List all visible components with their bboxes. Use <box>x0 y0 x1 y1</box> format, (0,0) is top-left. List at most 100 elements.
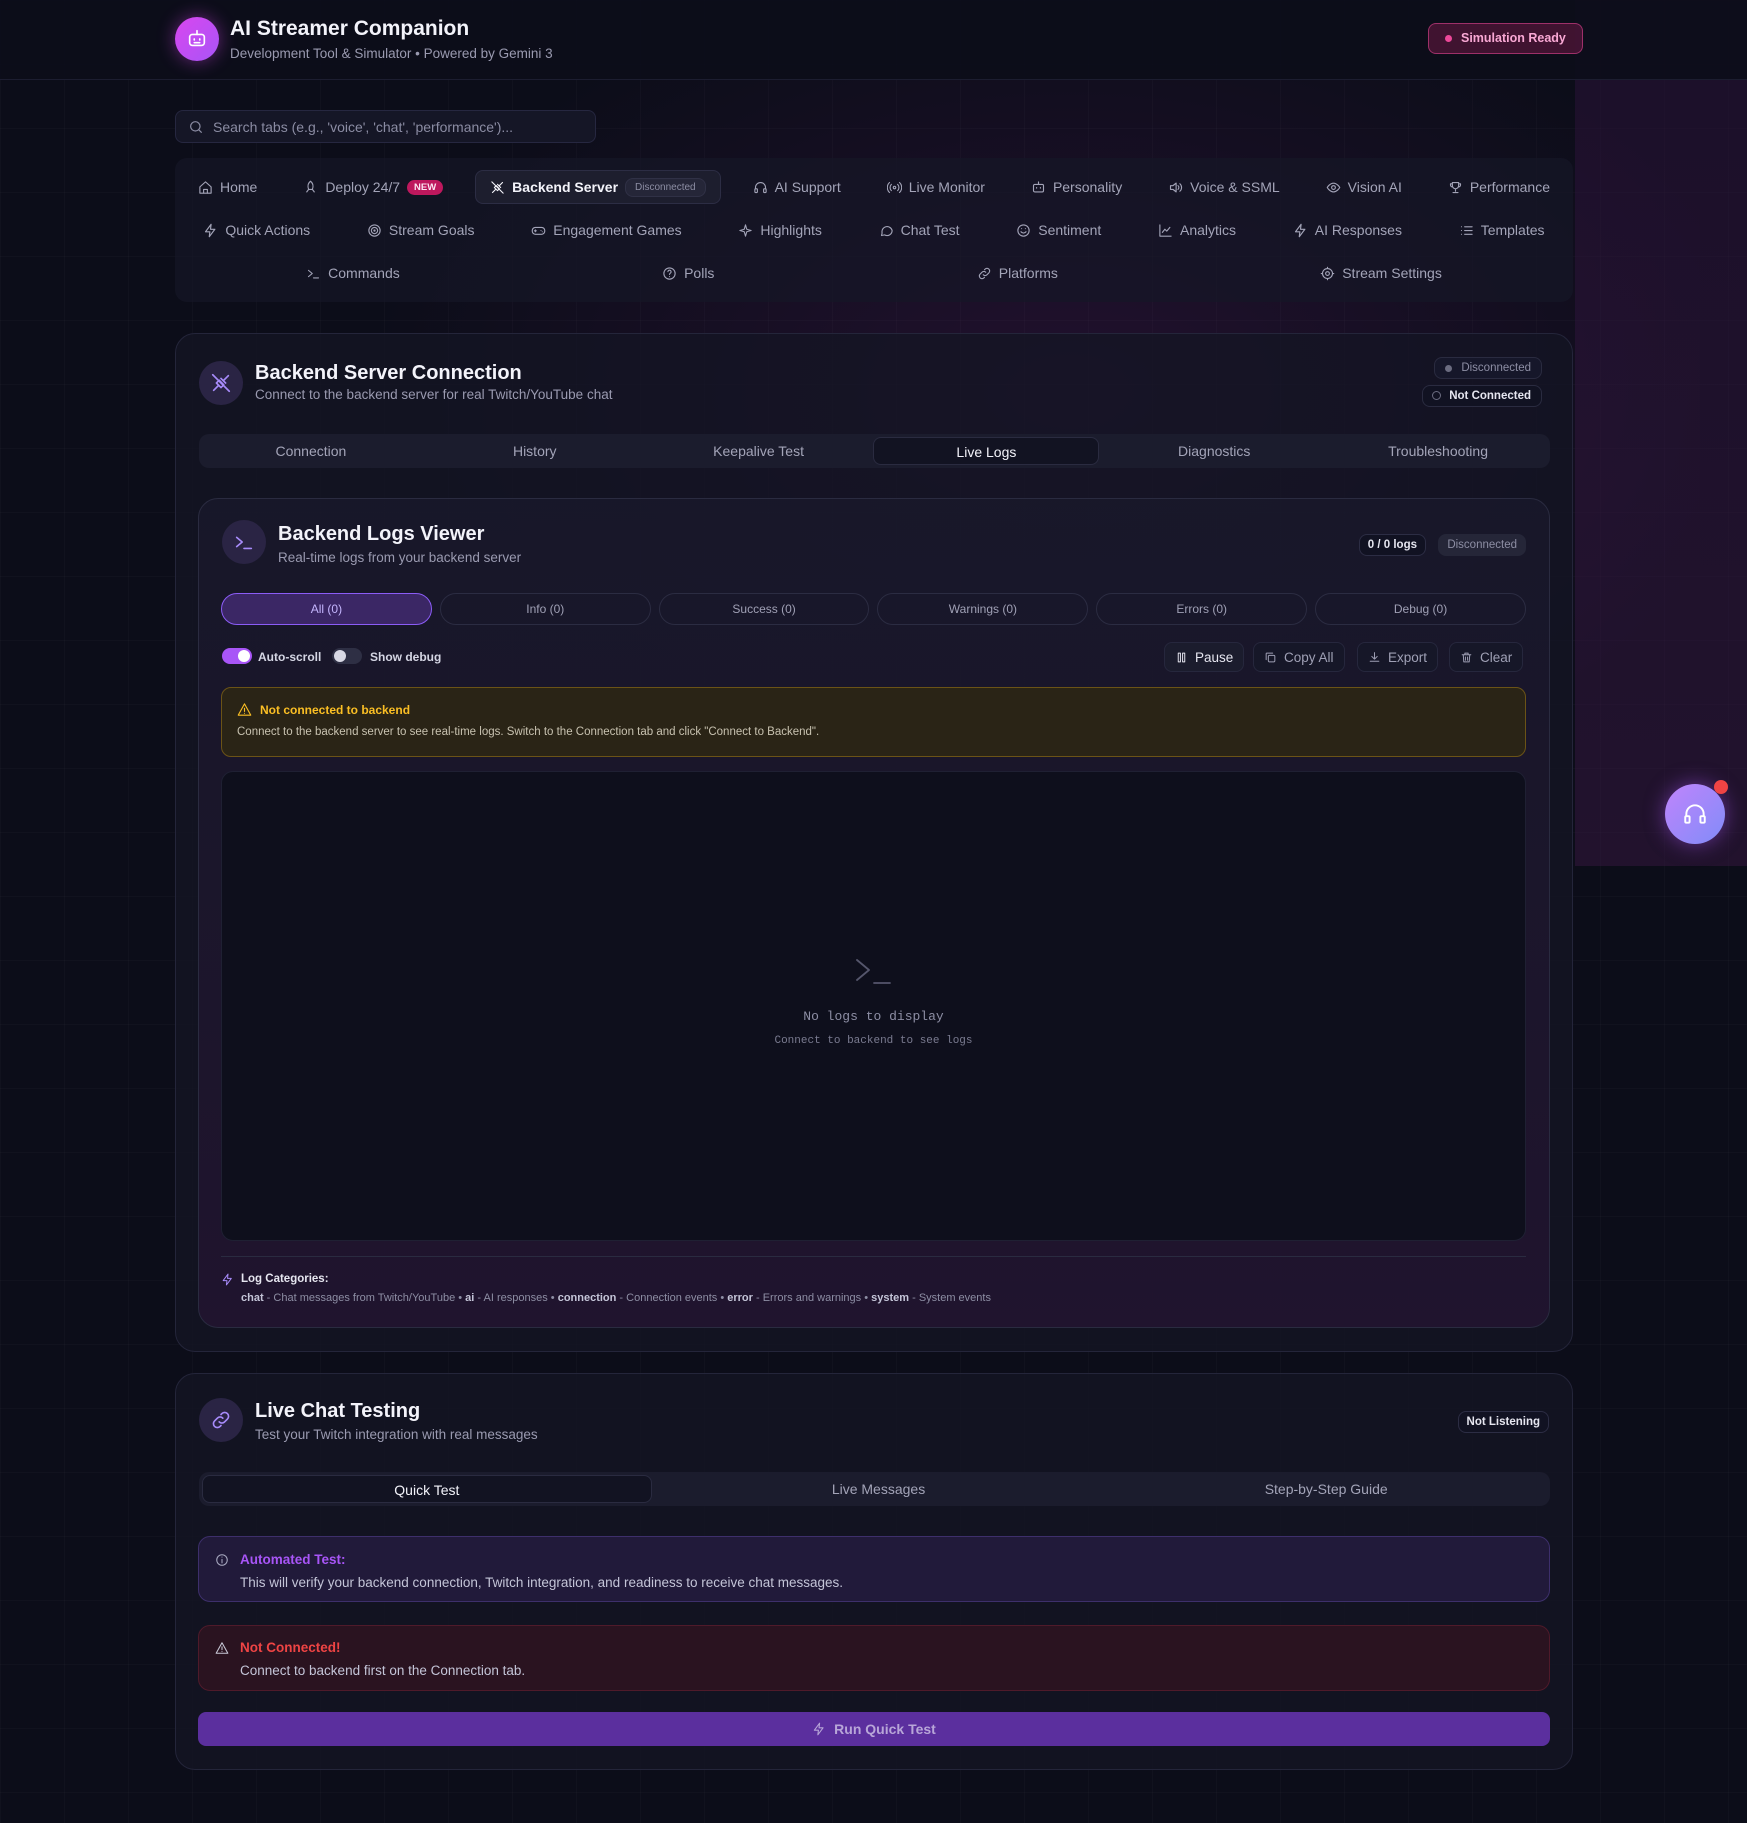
pause-button[interactable]: Pause <box>1164 642 1245 672</box>
info-title: Automated Test: <box>240 1552 346 1567</box>
filter-debug[interactable]: Debug (0) <box>1315 593 1526 625</box>
right-side-panel-shade <box>1575 0 1747 866</box>
filter-success[interactable]: Success (0) <box>658 593 870 625</box>
top-bar: AI Streamer Companion Development Tool &… <box>0 0 1747 80</box>
subtab-diagnostics[interactable]: Diagnostics <box>1102 434 1326 468</box>
subtab-step-by-step-guide[interactable]: Step-by-Step Guide <box>1102 1472 1550 1506</box>
ai-support-floating-button[interactable] <box>1665 784 1725 844</box>
tab-label: AI Responses <box>1314 222 1402 238</box>
home-icon <box>199 180 212 194</box>
terminal-icon <box>856 959 891 984</box>
logs-title: Backend Logs Viewer <box>278 523 485 545</box>
filter-errors[interactable]: Errors (0) <box>1096 593 1308 625</box>
bolt-icon <box>813 1722 824 1736</box>
sparkle-icon <box>739 223 753 237</box>
search-input[interactable] <box>213 118 583 135</box>
tab-label: Deploy 24/7 <box>325 179 401 195</box>
subtab-live-messages[interactable]: Live Messages <box>655 1472 1103 1506</box>
smile-icon <box>1017 223 1030 237</box>
tab-commands[interactable]: Commands <box>292 256 414 290</box>
eye-icon <box>1326 182 1340 192</box>
tab-label: Polls <box>684 265 715 281</box>
tab-stream-settings[interactable]: Stream Settings <box>1306 256 1456 290</box>
error-text: Connect to backend first on the Connecti… <box>240 1663 526 1678</box>
tab-backend-server[interactable]: Backend Server Disconnected <box>475 170 721 204</box>
tab-label: Live Monitor <box>908 179 985 195</box>
tab-engagement-games[interactable]: Engagement Games <box>517 213 695 247</box>
bot-icon <box>1032 180 1044 192</box>
subtab-keepalive-test[interactable]: Keepalive Test <box>647 434 871 468</box>
not-connected-error: Not Connected! Connect to backend first … <box>198 1625 1550 1691</box>
rocket-icon <box>306 180 316 192</box>
run-quick-test-button[interactable]: Run Quick Test <box>198 1712 1550 1746</box>
copy-all-button[interactable]: Copy All <box>1253 642 1345 672</box>
tab-quick-actions[interactable]: Quick Actions <box>189 213 324 247</box>
link-icon <box>978 267 990 279</box>
tab-label: Commands <box>328 265 400 281</box>
subtab-history[interactable]: History <box>423 434 647 468</box>
tab-highlights[interactable]: Highlights <box>724 213 835 247</box>
export-button[interactable]: Export <box>1357 642 1439 672</box>
error-title: Not Connected! <box>240 1640 341 1655</box>
listening-status-badge: Not Listening <box>1457 1411 1549 1433</box>
subtab-live-logs[interactable]: Live Logs <box>873 437 1100 465</box>
empty-logs-subtitle: Connect to backend to see logs <box>774 1035 973 1047</box>
tab-label: Stream Goals <box>388 222 475 238</box>
log-output-area[interactable]: No logs to display Connect to backend to… <box>221 771 1526 1241</box>
tab-label: Engagement Games <box>553 222 682 238</box>
list-icon <box>1460 225 1473 235</box>
tab-ai-support[interactable]: AI Support <box>739 170 855 204</box>
tab-label: Sentiment <box>1038 222 1102 238</box>
filter-warnings[interactable]: Warnings (0) <box>877 593 1089 625</box>
warning-title: Not connected to backend <box>260 703 411 717</box>
tab-performance[interactable]: Performance <box>1434 170 1564 204</box>
status-text: Not Connected <box>1449 390 1531 402</box>
tab-search-box[interactable] <box>175 110 596 143</box>
terminal-icon <box>222 520 266 564</box>
tab-personality[interactable]: Personality <box>1017 170 1136 204</box>
tab-chat-test[interactable]: Chat Test <box>865 213 974 247</box>
line-chart-icon <box>1159 223 1172 237</box>
tab-label: Voice & SSML <box>1190 179 1280 195</box>
warning-text: Connect to the backend server to see rea… <box>237 726 820 738</box>
sparkle-icon <box>222 1273 232 1286</box>
button-label: Run Quick Test <box>834 1721 936 1737</box>
card-title: Live Chat Testing <box>255 1400 421 1422</box>
subtab-connection[interactable]: Connection <box>199 434 423 468</box>
tab-home[interactable]: Home <box>184 170 271 204</box>
tab-label: Analytics <box>1180 222 1237 238</box>
tab-label: Chat Test <box>900 222 960 238</box>
tab-sentiment[interactable]: Sentiment <box>1002 213 1115 247</box>
button-label: Copy All <box>1284 649 1334 665</box>
status-dot-icon <box>1445 365 1453 372</box>
tab-polls[interactable]: Polls <box>648 256 728 290</box>
not-connected-warning: Not connected to backend Connect to the … <box>221 687 1526 757</box>
bolt-icon <box>205 223 216 237</box>
subtab-troubleshooting[interactable]: Troubleshooting <box>1326 434 1550 468</box>
tab-templates[interactable]: Templates <box>1445 213 1559 247</box>
tab-vision-ai[interactable]: Vision AI <box>1312 170 1416 204</box>
subtab-quick-test[interactable]: Quick Test <box>202 1475 652 1503</box>
chat-subtabs: Quick Test Live Messages Step-by-Step Gu… <box>199 1472 1550 1506</box>
tab-ai-responses[interactable]: AI Responses <box>1279 213 1416 247</box>
filter-info[interactable]: Info (0) <box>439 593 651 625</box>
category-key: error <box>727 1292 753 1304</box>
show-debug-toggle[interactable] <box>332 648 362 664</box>
plug-icon <box>199 361 243 405</box>
tab-platforms[interactable]: Platforms <box>963 256 1072 290</box>
autoscroll-toggle[interactable] <box>222 648 252 664</box>
tab-voice-ssml[interactable]: Voice & SSML <box>1154 170 1294 204</box>
tab-analytics[interactable]: Analytics <box>1144 213 1250 247</box>
button-label: Clear <box>1480 649 1513 665</box>
app-title: AI Streamer Companion <box>230 17 470 40</box>
clear-button[interactable]: Clear <box>1449 642 1524 672</box>
tab-live-monitor[interactable]: Live Monitor <box>873 170 999 204</box>
headset-icon <box>753 181 767 193</box>
tab-deploy[interactable]: Deploy 24/7 NEW <box>289 170 457 204</box>
category-desc: AI responses <box>483 1292 548 1304</box>
download-icon <box>1369 651 1380 662</box>
copy-icon <box>1265 652 1276 662</box>
tab-stream-goals[interactable]: Stream Goals <box>353 213 489 247</box>
category-desc: System events <box>918 1292 991 1304</box>
filter-all[interactable]: All (0) <box>221 593 432 625</box>
